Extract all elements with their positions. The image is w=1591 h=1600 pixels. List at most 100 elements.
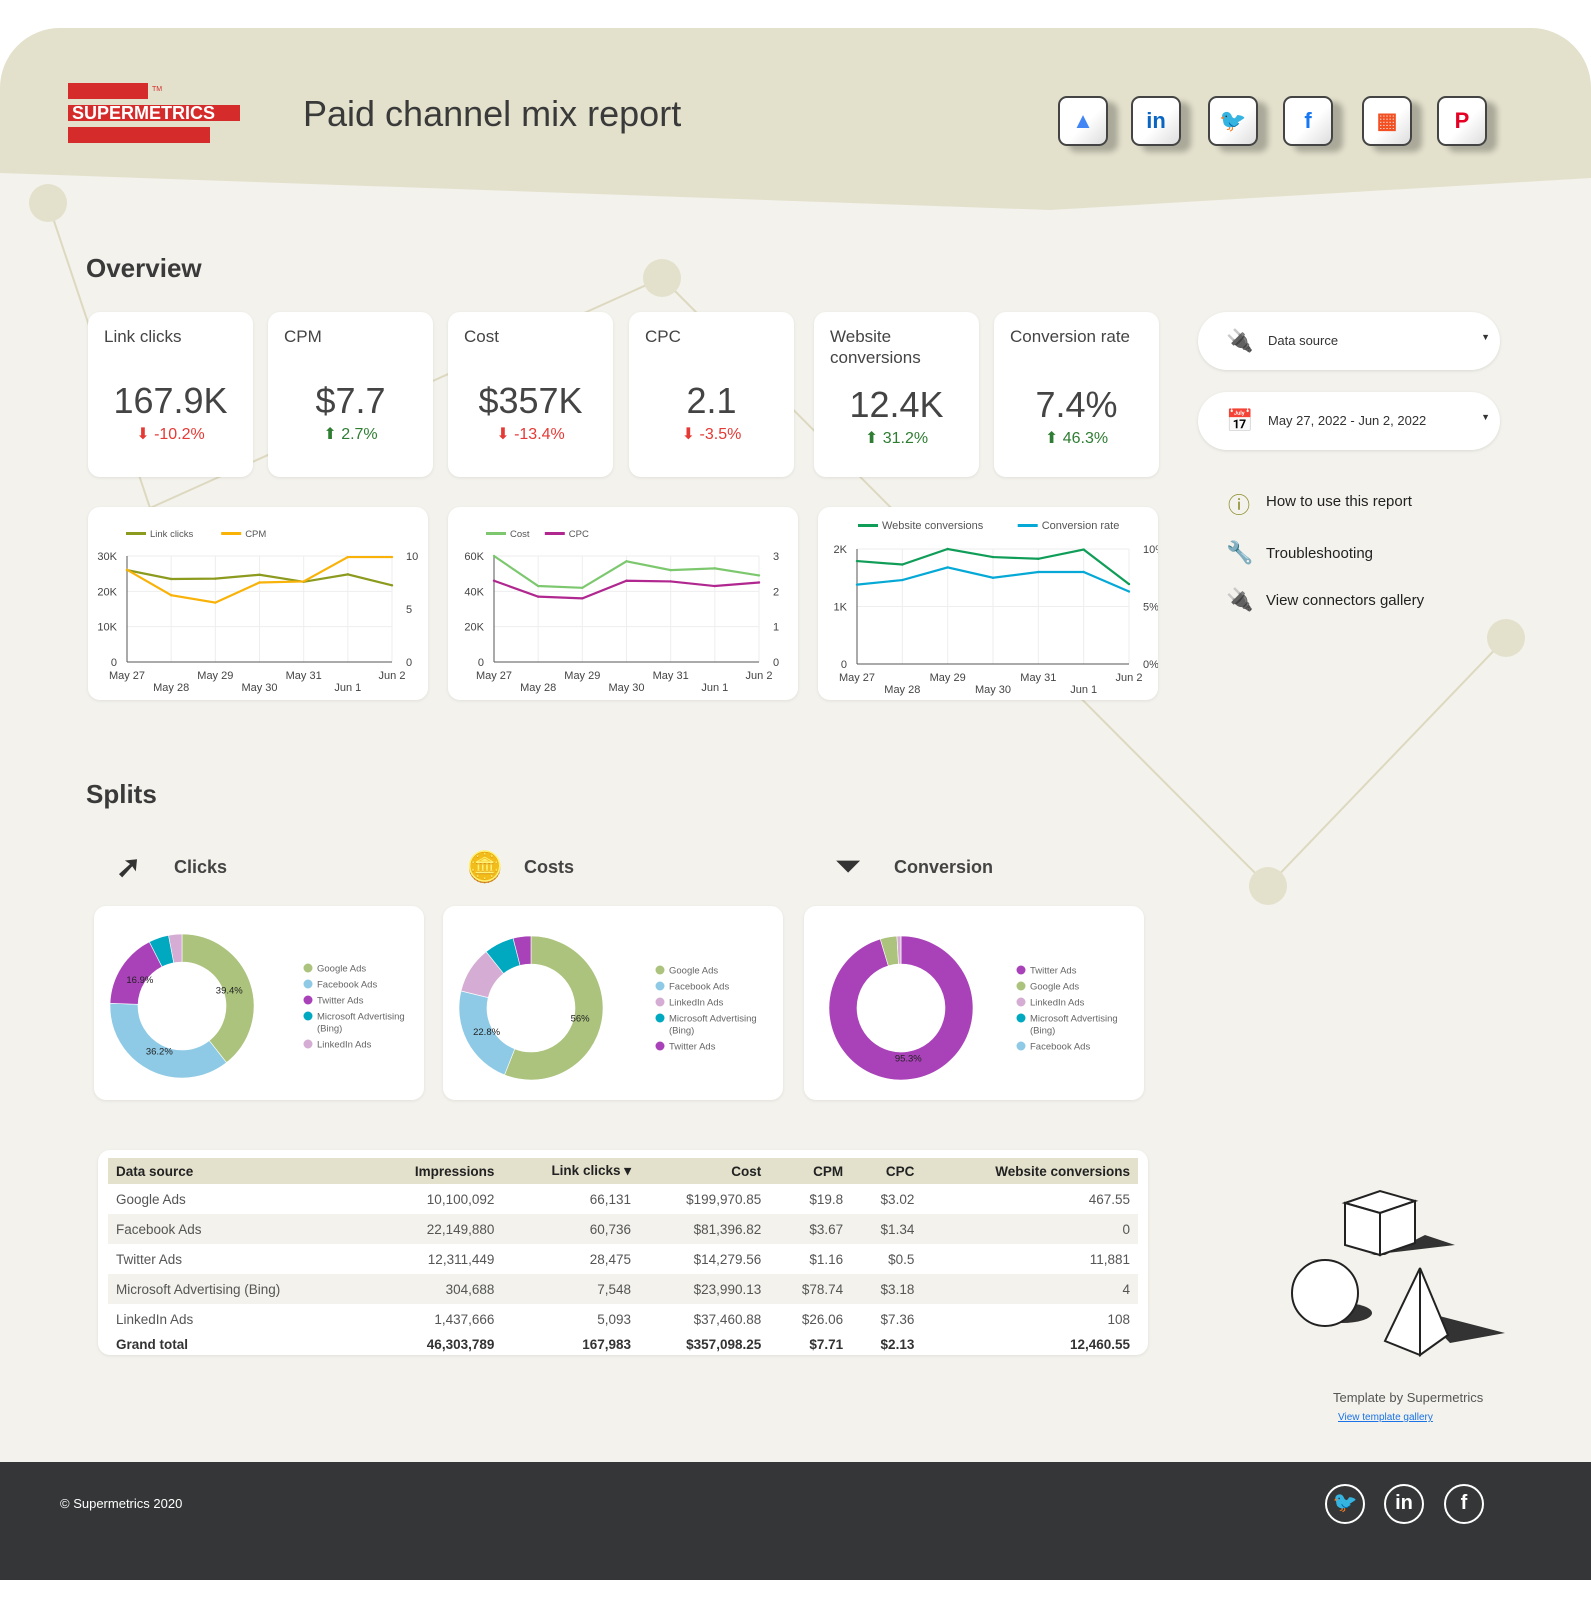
linkedin-connector-icon[interactable]: in <box>1131 96 1181 146</box>
table-cell: $0.5 <box>888 1251 915 1267</box>
google-ads-connector-icon[interactable]: ▲ <box>1058 96 1108 146</box>
table-cell: 1,437,666 <box>434 1311 495 1327</box>
kpi-card: Link clicks 167.9K ⬇ -10.2% <box>88 312 253 477</box>
column-header: CPC <box>851 1158 923 1184</box>
y-tick-label: 60K <box>464 551 484 563</box>
kpi-change: ⬇ -3.5% <box>629 424 794 444</box>
table-cell: 11,881 <box>1089 1251 1130 1267</box>
legend-dot <box>303 995 313 1005</box>
svg-text:SUPERMETRICS: SUPERMETRICS <box>72 103 215 123</box>
column-header: Website conversions <box>922 1158 1138 1184</box>
table-row: Google Ads 10,100,092 66,131 $199,970.85 $19… <box>108 1184 1138 1214</box>
data-point <box>390 584 394 587</box>
legend-label: Microsoft Advertising (Bing) <box>317 1012 405 1035</box>
linkedin-icon[interactable]: in <box>1384 1484 1424 1524</box>
table-cell: $199,970.85 <box>686 1191 762 1207</box>
kpi-change-value: -10.2% <box>154 426 205 443</box>
report-title: Paid channel mix report <box>303 93 682 134</box>
legend-swatch <box>1017 524 1038 527</box>
data-point <box>991 555 995 559</box>
facebook-connector-icon[interactable]: f <box>1283 96 1333 146</box>
how-to-use-link[interactable]: ⓘ How to use this report <box>1226 488 1412 519</box>
data-point <box>214 601 217 604</box>
x-tick-label: May 31 <box>653 670 689 682</box>
table-cell: 12,311,449 <box>427 1251 495 1267</box>
kpi-change-value: -3.5% <box>699 426 742 443</box>
footer: © Supermetrics 2020 🐦 in f <box>0 1462 1591 1580</box>
kpi-change: ⬇ -13.4% <box>448 424 613 444</box>
arrow-up-icon: ⬆ <box>323 426 342 443</box>
costs-section-title: 🪙 Costs <box>466 850 574 885</box>
kpi-change: ⬆ 46.3% <box>994 428 1159 448</box>
data-source-selector[interactable]: 🔌 Data source ▼ <box>1198 312 1500 370</box>
table-cell: 28,475 <box>589 1251 632 1267</box>
data-point <box>346 573 350 576</box>
x-tick-label: May 28 <box>520 682 556 694</box>
kpi-change: ⬆ 2.7% <box>268 424 433 444</box>
troubleshooting-link[interactable]: 🔧 Troubleshooting <box>1226 540 1373 566</box>
table-cell: $3.02 <box>880 1191 915 1207</box>
data-point <box>946 547 949 551</box>
view-template-gallery-link[interactable]: View template gallery <box>1338 1412 1433 1423</box>
legend-label: Twitter Ads <box>317 996 364 1007</box>
table-cell: $7.36 <box>880 1311 915 1327</box>
legend-label: Microsoft Advertising (Bing) <box>1030 1014 1118 1037</box>
line-chart-cost-cpc: 0 20K 40K 60K 0 1 2 3 May 27 May 28 May 29 May 30 Ma… <box>464 529 779 694</box>
y-tick-label: 40K <box>464 586 484 598</box>
date-range-picker[interactable]: 📅 May 27, 2022 - Jun 2, 2022 ▼ <box>1198 392 1500 450</box>
legend-label: LinkedIn Ads <box>1030 998 1085 1009</box>
facebook-icon[interactable]: f <box>1444 1484 1484 1524</box>
data-point <box>713 567 717 570</box>
table-cell: $1.16 <box>809 1251 844 1267</box>
pinterest-connector-icon[interactable]: P <box>1437 96 1487 146</box>
y-tick-label: 0 <box>841 659 847 671</box>
data-point <box>390 555 394 559</box>
kpi-card: Website conversions 12.4K ⬆ 31.2% <box>814 312 979 477</box>
twitter-icon[interactable]: 🐦 <box>1325 1484 1365 1524</box>
connectors-gallery-link[interactable]: 🔌 View connectors gallery <box>1226 587 1424 613</box>
data-point <box>1127 590 1131 593</box>
date-range-label: May 27, 2022 - Jun 2, 2022 <box>1268 413 1427 428</box>
data-point <box>991 576 995 579</box>
table-row: LinkedIn Ads 1,437,666 5,093 $37,460.88 $26.… <box>108 1304 1138 1334</box>
kpi-change: ⬆ 31.2% <box>814 428 979 448</box>
y2-tick-label: 0% <box>1143 659 1158 671</box>
table-row: Facebook Ads 22,149,880 60,736 $81,396.82 $3… <box>108 1214 1138 1244</box>
table-cell: $23,990.13 <box>639 1274 770 1304</box>
table-cell: LinkedIn Ads <box>116 1311 194 1327</box>
data-point <box>757 581 761 584</box>
table-cell: $19.8 <box>809 1191 844 1207</box>
table-cell: 4 <box>922 1274 1138 1304</box>
donut-chart-conversion: 95.3% Twitter Ads Google Ads LinkedIn Ads Mi… <box>828 935 1118 1081</box>
kpi-value: 12.4K <box>849 384 944 425</box>
table-cell: 304,688 <box>365 1274 503 1304</box>
kpi-card: Cost $357K ⬇ -13.4% <box>448 312 613 477</box>
donut-slice-google-ads <box>181 933 255 1064</box>
data-point <box>901 563 904 566</box>
legend-swatch <box>544 532 565 535</box>
column-header[interactable]: Link clicks ▾ <box>502 1158 640 1184</box>
kpi-value: $7.7 <box>315 380 386 421</box>
line-chart-card-1: 0 10K 20K 30K 0 5 10 May 27 May 28 May 29 May 30 Ma… <box>88 507 428 700</box>
kpi-card: CPM $7.7 ⬆ 2.7% <box>268 312 433 477</box>
x-tick-label: May 27 <box>109 670 145 682</box>
data-point <box>1037 557 1040 560</box>
legend-label: Google Ads <box>1030 982 1079 993</box>
column-header: Impressions <box>365 1158 503 1184</box>
microsoft-connector-icon[interactable]: ▦ <box>1362 96 1412 146</box>
slice-label: 36.2% <box>146 1047 173 1058</box>
legend-dot <box>655 997 665 1007</box>
twitter-connector-icon[interactable]: 🐦 <box>1208 96 1258 146</box>
info-icon: ⓘ <box>1227 493 1250 518</box>
y2-tick-label: 3 <box>773 551 779 563</box>
legend-label: Conversion rate <box>1042 520 1120 532</box>
line-chart-card-2: 0 20K 40K 60K 0 1 2 3 May 27 May 28 May 29 May 30 Ma… <box>448 507 798 700</box>
legend-label: Website conversions <box>882 520 984 532</box>
kpi-label: Conversion rate <box>1010 327 1131 346</box>
line-chart-card-3: 0 1K 2K 0% 5% 10% May 27 May 28 May 29 May 30 May … <box>818 507 1165 700</box>
data-point <box>1082 570 1085 574</box>
legend-dot <box>1016 981 1026 991</box>
legend-dot <box>1016 1041 1026 1051</box>
x-tick-label: May 27 <box>839 672 875 684</box>
pie-card-clicks: 39.4% 36.2% 16.9% Google Ads Facebook Ads Twi… <box>94 906 424 1100</box>
